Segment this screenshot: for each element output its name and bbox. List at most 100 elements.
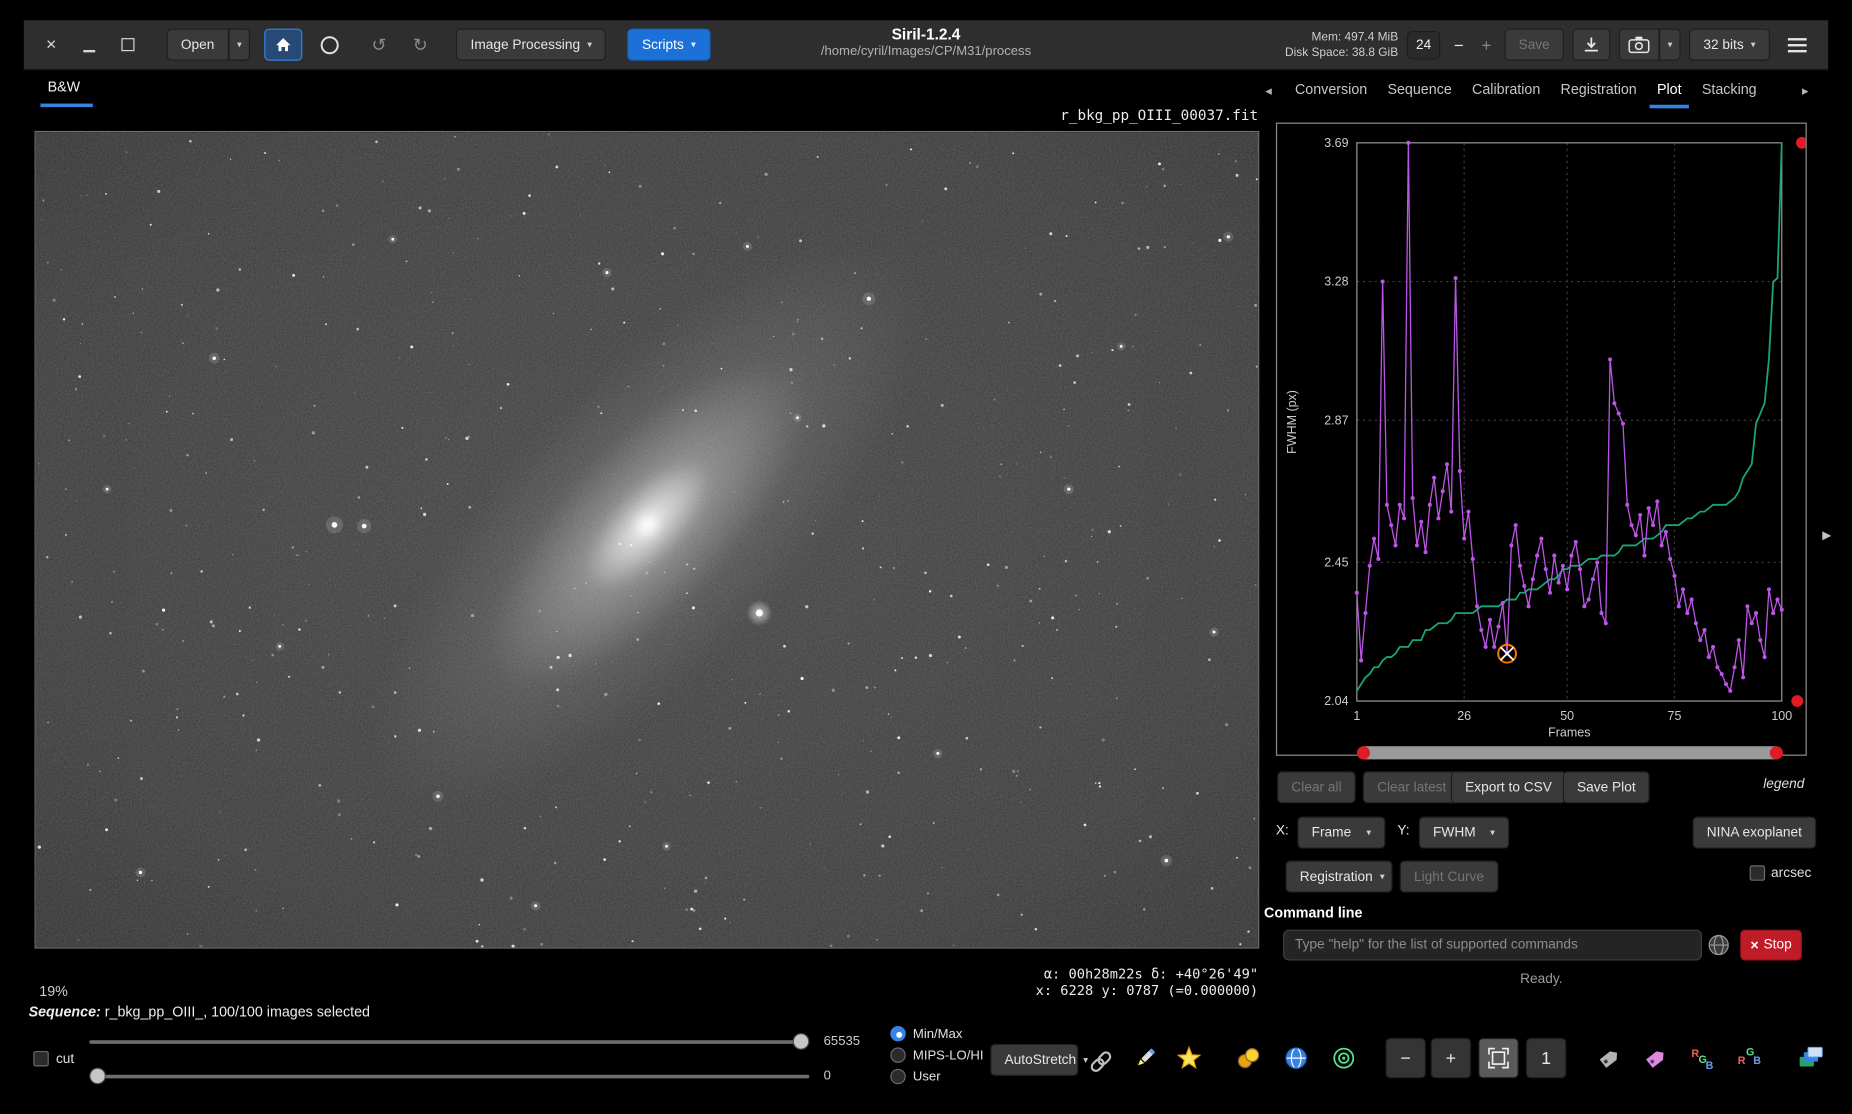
slider-track[interactable] (89, 1040, 809, 1044)
range-handle-left[interactable] (1357, 746, 1370, 759)
coins-icon (1235, 1045, 1261, 1071)
slider-handle[interactable] (89, 1068, 106, 1085)
tab-sequence[interactable]: Sequence (1380, 74, 1459, 109)
open-dropdown-button[interactable]: ▾ (229, 29, 250, 61)
image-processing-button[interactable]: Image Processing▾ (456, 29, 606, 61)
image-list-button[interactable] (1790, 1038, 1830, 1078)
stop-button[interactable]: × Stop (1740, 930, 1802, 961)
home-icon (274, 35, 293, 54)
command-input[interactable] (1283, 930, 1702, 961)
minimize-button[interactable] (74, 29, 105, 60)
y-axis-dropdown[interactable]: FWHM▾ (1419, 816, 1509, 848)
menu-button[interactable] (1778, 29, 1816, 61)
pixel-picker-button[interactable] (1125, 1038, 1165, 1078)
astrometry-button[interactable] (1276, 1038, 1316, 1078)
link-channels-button[interactable] (1087, 1047, 1116, 1082)
bit-depth-button[interactable]: 32 bits▾ (1689, 29, 1770, 61)
zoom-out-button[interactable]: − (1385, 1038, 1425, 1078)
image-viewport[interactable] (35, 131, 1260, 949)
radio-button[interactable] (890, 1047, 905, 1062)
y-axis-label: Y: (1397, 824, 1409, 838)
fwhm-plot[interactable]: 12650751003.693.282.872.452.04FWHM (px)F… (1277, 124, 1805, 755)
radio-button[interactable] (890, 1069, 905, 1084)
slider-track[interactable] (89, 1075, 809, 1079)
rgb-letters-icon: RGB (1690, 1045, 1716, 1071)
registration-dropdown[interactable]: Registration▾ (1285, 861, 1392, 893)
low-threshold-slider[interactable] (89, 1068, 809, 1085)
photometry-button[interactable] (1228, 1038, 1268, 1078)
tab-stacking[interactable]: Stacking (1695, 74, 1764, 109)
radio-button[interactable] (890, 1026, 905, 1041)
snapshot-button[interactable] (1619, 29, 1659, 61)
high-threshold-slider[interactable] (89, 1033, 809, 1050)
snapshot-dropdown-button[interactable]: ▾ (1659, 29, 1680, 61)
rgb-composition-button[interactable]: RGB (1683, 1038, 1723, 1078)
cut-checkbox[interactable] (33, 1051, 48, 1066)
x-axis-dropdown[interactable]: Frame▾ (1297, 816, 1385, 848)
stretch-mode-dropdown[interactable]: AutoStretch▾ (990, 1044, 1078, 1076)
tab-bw[interactable]: B&W (48, 79, 81, 96)
tag-icon (1596, 1045, 1622, 1071)
fit-to-window-button[interactable] (1478, 1038, 1518, 1078)
clear-all-button[interactable]: Clear all (1277, 771, 1356, 803)
window-title-block: Siril-1.2.4 /home/cyril/Images/CP/M31/pr… (821, 25, 1031, 58)
tab-calibration[interactable]: Calibration (1465, 74, 1548, 109)
annotation-tag-alt-button[interactable] (1635, 1038, 1675, 1078)
chevron-down-icon: ▾ (237, 40, 242, 50)
save-plot-button[interactable]: Save Plot (1563, 771, 1650, 803)
layered-frames-icon (1797, 1045, 1823, 1071)
command-line-label: Command line (1264, 905, 1362, 922)
command-help-button[interactable] (1707, 933, 1731, 963)
radio-user[interactable]: User (890, 1069, 940, 1084)
tab-registration[interactable]: Registration (1553, 74, 1643, 109)
one-to-one-zoom-button[interactable]: 1 (1526, 1038, 1566, 1078)
save-button[interactable]: Save (1504, 29, 1564, 61)
slider-handle[interactable] (793, 1033, 810, 1050)
window-title: Siril-1.2.4 (821, 25, 1031, 43)
pen-icon (1132, 1045, 1158, 1071)
frame-range-slider[interactable] (1358, 746, 1782, 759)
tab-scroll-right-button[interactable]: ▸ (1802, 83, 1809, 98)
radio-minmax[interactable]: Min/Max (890, 1026, 962, 1041)
background-extraction-button[interactable] (1324, 1038, 1364, 1078)
chevron-down-icon: ▾ (691, 40, 696, 50)
tab-scroll-left-button[interactable]: ◂ (1265, 83, 1272, 98)
export-csv-button[interactable]: Export to CSV (1451, 771, 1566, 803)
tab-conversion[interactable]: Conversion (1288, 74, 1375, 109)
open-button[interactable]: Open (167, 29, 229, 61)
cut-label: cut (56, 1052, 74, 1066)
livestack-button[interactable] (310, 29, 350, 61)
home-button[interactable] (264, 29, 302, 61)
light-curve-button[interactable]: Light Curve (1400, 861, 1499, 893)
svg-text:2.87: 2.87 (1324, 413, 1348, 427)
rgb-align-button[interactable]: RGB (1729, 1038, 1769, 1078)
clear-latest-button[interactable]: Clear latest (1363, 771, 1461, 803)
nina-exoplanet-button[interactable]: NINA exoplanet (1693, 816, 1817, 848)
maximize-button[interactable] (112, 29, 143, 60)
threads-field[interactable]: 24 (1406, 30, 1440, 59)
panel-expander[interactable]: ▸ (1822, 524, 1831, 545)
zoom-in-button[interactable]: + (1431, 1038, 1471, 1078)
redo-icon: ↻ (413, 34, 428, 55)
save-as-button[interactable] (1572, 29, 1610, 61)
range-handle-right[interactable] (1770, 746, 1783, 759)
camera-icon (1628, 36, 1649, 54)
threads-decrease-button[interactable]: − (1449, 29, 1468, 61)
chevron-down-icon: ▾ (1366, 828, 1371, 838)
chain-link-icon (1087, 1047, 1116, 1076)
undo-button[interactable]: ↺ (362, 29, 396, 61)
annotation-tag-button[interactable] (1589, 1038, 1629, 1078)
tab-plot[interactable]: Plot (1650, 74, 1689, 109)
circle-icon (319, 34, 340, 55)
zoom-in-icon: + (1446, 1048, 1456, 1068)
svg-text:100: 100 (1771, 709, 1792, 723)
star-detection-button[interactable] (1169, 1038, 1209, 1078)
close-button[interactable]: × (36, 29, 67, 60)
sequence-count: , 100/100 images selected (203, 1003, 370, 1020)
scripts-button[interactable]: Scripts▾ (628, 29, 710, 61)
redo-button[interactable]: ↻ (403, 29, 437, 61)
threads-increase-button[interactable]: + (1477, 29, 1496, 61)
memory-usage: Mem: 497.4 MiB (1285, 29, 1398, 44)
arcsec-checkbox[interactable] (1750, 865, 1765, 880)
radio-mips[interactable]: MIPS-LO/HI (890, 1047, 983, 1062)
